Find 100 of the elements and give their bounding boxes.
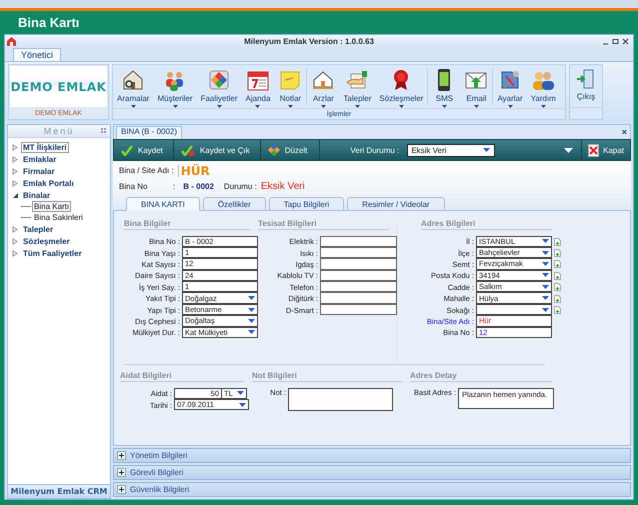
expand-icon[interactable]: [12, 250, 19, 256]
house-icon: [121, 68, 146, 92]
expand-icon[interactable]: [12, 180, 19, 186]
input-field[interactable]: [320, 270, 397, 282]
ribbon-button[interactable]: Yardım: [526, 65, 560, 108]
field-label: Bina No: [119, 182, 148, 190]
toolbar-button[interactable]: Kaydet: [114, 140, 174, 160]
expand-icon[interactable]: [12, 168, 19, 174]
section-title: Tesisat Bilgileri: [258, 219, 389, 230]
status-dropdown[interactable]: Eksik Veri: [407, 144, 496, 156]
tree-item[interactable]: Bina Kartı: [32, 201, 72, 212]
caret-icon: [508, 105, 513, 108]
plus-icon[interactable]: [117, 451, 126, 460]
input-field[interactable]: [320, 281, 397, 292]
caret-icon: [172, 105, 178, 108]
collapsible-panel[interactable]: Yönetim Bilgileri: [113, 448, 631, 463]
ribbon-button[interactable]: Email: [460, 65, 492, 108]
ribbon-button[interactable]: Talepler: [339, 65, 376, 108]
close-icon[interactable]: [622, 38, 629, 44]
close-button[interactable]: ×: [622, 127, 627, 137]
check-icon: [180, 144, 195, 156]
tree-item[interactable]: Emlak Portalı: [21, 178, 76, 188]
tab[interactable]: Özellikler: [202, 197, 266, 210]
diamond-icon: [268, 144, 280, 156]
collapse-icon[interactable]: [12, 192, 19, 198]
grip-icon[interactable]: [101, 128, 106, 133]
collapsible-panel[interactable]: Güvenlik Bilgileri: [113, 482, 631, 497]
add-icon[interactable]: [554, 249, 561, 258]
field-label: Durumu :: [224, 182, 257, 190]
caret-icon: [255, 105, 260, 108]
exit-button[interactable]: Çıkış: [570, 65, 602, 107]
tree-item[interactable]: Binalar: [21, 190, 52, 200]
check-icon: [121, 144, 133, 156]
maximize-icon[interactable]: [612, 38, 619, 44]
close-icon: [588, 144, 600, 156]
add-icon[interactable]: [554, 272, 561, 280]
caret-icon: [130, 105, 136, 108]
ribbon-button[interactable]: SMS: [428, 65, 460, 108]
tab[interactable]: BINA KARTI: [126, 197, 200, 211]
close-button[interactable]: Kapat: [581, 140, 630, 160]
ribbon-button[interactable]: Notlar: [274, 65, 306, 108]
section-title: Aidat Bilgileri: [120, 371, 244, 382]
expand-icon[interactable]: [12, 144, 19, 150]
caret-icon: [288, 105, 293, 108]
tree-item[interactable]: Tüm Faaliyetler: [21, 248, 84, 258]
caret-icon: [398, 105, 404, 108]
tab[interactable]: Resimler / Videolar: [347, 197, 445, 210]
ribbon-button[interactable]: Arzlar: [307, 65, 340, 108]
tiles-icon: [207, 68, 232, 92]
add-icon[interactable]: [554, 238, 561, 246]
input-field[interactable]: [320, 258, 397, 270]
input-field[interactable]: [320, 292, 397, 304]
plus-icon[interactable]: [117, 468, 126, 477]
building-number: B - 0002: [183, 182, 214, 190]
tree-item[interactable]: Sözleşmeler: [21, 236, 72, 246]
ribbon-button[interactable]: Aramalar: [113, 65, 154, 108]
document-tab[interactable]: BINA (B - 0002): [116, 126, 182, 139]
tree-item[interactable]: Talepler: [21, 224, 56, 234]
plus-icon[interactable]: [117, 485, 126, 494]
ribbon-button[interactable]: Ajanda: [241, 65, 274, 108]
dropdown-field[interactable]: [476, 304, 552, 316]
ribbon-button[interactable]: Müşteriler: [153, 65, 197, 108]
caret-icon: [540, 105, 546, 108]
status-label: Veri Durumu :: [350, 146, 400, 154]
ribbon-tab[interactable]: Yönetici: [13, 48, 62, 61]
ribbon-button[interactable]: Faaliyetler: [196, 65, 242, 108]
app-icon: [7, 36, 16, 46]
add-icon[interactable]: [554, 294, 561, 303]
section-title: Bina Bilgiler: [124, 219, 250, 230]
site-name: HÜR: [178, 164, 210, 176]
input-field[interactable]: [320, 304, 397, 316]
field-label: Bina / Site Adı :: [119, 166, 174, 175]
expand-icon[interactable]: [12, 156, 19, 162]
expand-icon[interactable]: [12, 226, 19, 232]
collapsible-panel[interactable]: Görevli Bilgileri: [113, 465, 631, 480]
page-title: Bina Kartı: [18, 15, 80, 30]
menu-title: Menü: [44, 126, 74, 136]
ribbon-button[interactable]: Sözleşmeler: [375, 65, 428, 108]
add-icon[interactable]: [554, 283, 561, 292]
caret-icon: [354, 105, 360, 108]
expand-icon[interactable]: [12, 238, 19, 244]
add-icon[interactable]: [554, 260, 561, 268]
colon-label: :: [173, 182, 176, 190]
caret-icon[interactable]: [564, 148, 574, 152]
section-title: Not Bilgileri: [252, 371, 402, 382]
input-field[interactable]: [320, 246, 397, 258]
text-area[interactable]: [288, 388, 393, 411]
tree-item[interactable]: Firmalar: [21, 166, 57, 176]
tree-item[interactable]: MT İlişkileri: [21, 142, 69, 152]
tree-item[interactable]: Bina Sakinleri: [32, 212, 85, 223]
tree-item[interactable]: Emlaklar: [21, 154, 58, 164]
dropdown-arrow-icon[interactable]: [483, 148, 490, 152]
add-icon[interactable]: [554, 306, 561, 314]
status-value: Eksik Veri: [260, 180, 305, 192]
tab[interactable]: Tapu Bilgileri: [268, 197, 344, 210]
ribbon-button[interactable]: Ayarlar: [493, 65, 527, 108]
toolbar-button[interactable]: Düzelt: [260, 140, 320, 160]
input-field[interactable]: [320, 236, 397, 247]
toolbar-button[interactable]: Kaydet ve Çık: [174, 140, 261, 160]
footer-label: Milenyum Emlak CRM: [10, 487, 108, 496]
